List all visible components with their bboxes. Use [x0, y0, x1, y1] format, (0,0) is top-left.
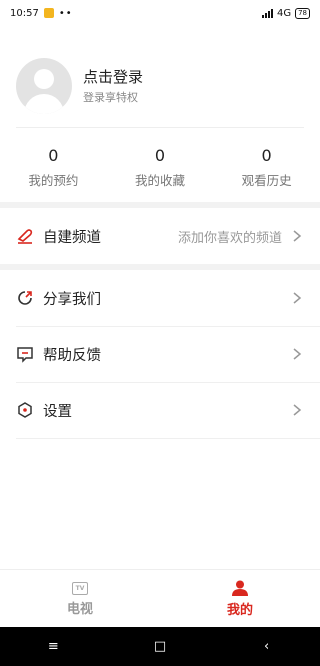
stat-favorites[interactable]: 0 我的收藏 [115, 146, 205, 189]
stats-bar: 0 我的预约 0 我的收藏 0 观看历史 [0, 146, 320, 189]
stat-reservations[interactable]: 0 我的预约 [8, 146, 98, 189]
home-nav-button[interactable]: □ [140, 639, 180, 654]
chevron-right-icon [293, 404, 302, 416]
login-title[interactable]: 点击登录 [83, 67, 143, 87]
battery-icon: 78 [295, 7, 310, 19]
feedback-label: 帮助反馈 [43, 347, 101, 364]
custom-channel-row[interactable]: 自建频道 添加你喜欢的频道 [0, 208, 320, 264]
chevron-right-icon [293, 230, 302, 242]
stat-label: 我的预约 [28, 173, 79, 188]
feedback-row[interactable]: 帮助反馈 [0, 326, 320, 382]
status-time: 10:57 [10, 7, 39, 19]
share-label: 分享我们 [43, 291, 101, 308]
custom-channel-hint: 添加你喜欢的频道 [177, 230, 282, 246]
login-subtitle: 登录享特权 [83, 91, 138, 104]
status-dots: •• [58, 7, 73, 19]
stat-history[interactable]: 0 观看历史 [222, 146, 312, 189]
share-icon [16, 289, 34, 307]
divider [16, 127, 304, 128]
stat-label: 观看历史 [241, 173, 292, 188]
settings-icon [16, 401, 34, 419]
bottom-tab-bar: TV 电视 我的 [0, 569, 320, 628]
stat-value: 0 [154, 146, 166, 165]
chevron-right-icon [293, 292, 302, 304]
system-nav-bar: ≡ □ ‹ [0, 627, 320, 666]
share-row[interactable]: 分享我们 [0, 270, 320, 326]
tv-icon: TV [72, 581, 88, 595]
person-icon [232, 580, 248, 596]
signal-icon [261, 8, 273, 18]
chevron-right-icon [293, 348, 302, 360]
avatar[interactable] [16, 58, 72, 114]
tab-tv[interactable]: TV 电视 [0, 570, 160, 628]
stat-value: 0 [261, 146, 272, 165]
row-divider [16, 438, 320, 439]
pen-icon [16, 227, 34, 245]
settings-label: 设置 [43, 403, 72, 420]
notification-icon [43, 8, 54, 18]
tab-tv-label: 电视 [66, 601, 93, 617]
tab-mine-label: 我的 [226, 603, 253, 618]
network-type: 4G [276, 7, 292, 19]
feedback-icon [16, 345, 34, 363]
back-nav-button[interactable]: ‹ [247, 639, 287, 654]
stat-label: 我的收藏 [134, 173, 185, 188]
menu-nav-button[interactable]: ≡ [33, 639, 73, 654]
status-bar: 10:57 •• 4G 78 [0, 0, 320, 26]
tab-mine[interactable]: 我的 [160, 570, 320, 628]
stat-value: 0 [48, 146, 59, 165]
login-profile[interactable]: 点击登录 登录享特权 [16, 58, 304, 114]
custom-channel-label: 自建频道 [43, 229, 101, 246]
settings-row[interactable]: 设置 [0, 382, 320, 438]
